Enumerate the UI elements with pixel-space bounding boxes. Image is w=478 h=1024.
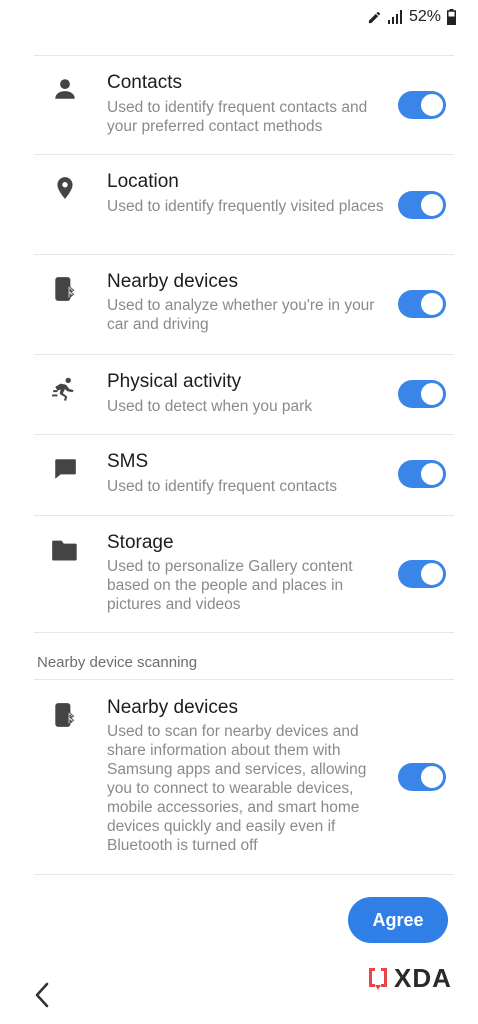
- toggle-knob: [420, 292, 444, 316]
- permission-row-physical-activity: Physical activity Used to detect when yo…: [0, 354, 478, 435]
- permission-description: Used to analyze whether you're in your c…: [107, 297, 375, 333]
- permission-title: Storage: [107, 532, 174, 553]
- nearby-device-scanning-toggle[interactable]: [398, 763, 446, 791]
- permission-title: Contacts: [107, 72, 182, 93]
- person-icon: [50, 74, 80, 104]
- toggle-knob: [420, 193, 444, 217]
- permission-title: Physical activity: [107, 371, 242, 392]
- permission-title: SMS: [107, 451, 149, 472]
- permission-title: Nearby devices: [107, 271, 238, 292]
- agree-button[interactable]: Agree: [348, 897, 448, 943]
- toggle-knob: [420, 93, 444, 117]
- permission-row-storage: Storage Used to personalize Gallery cont…: [0, 515, 478, 633]
- permission-row-nearby-devices: Nearby devices Used to analyze whether y…: [0, 254, 478, 355]
- permission-description: Used to detect when you park: [107, 398, 313, 415]
- permission-row-nearby-device-scanning: Nearby devices Used to scan for nearby d…: [0, 680, 478, 875]
- permission-row-sms: SMS Used to identify frequent contacts: [0, 434, 478, 516]
- contacts-toggle[interactable]: [398, 91, 446, 119]
- xda-logo-icon: [369, 967, 387, 990]
- section-header: Nearby device scanning: [37, 654, 198, 671]
- back-button[interactable]: [28, 980, 56, 1010]
- toggle-knob: [420, 462, 444, 486]
- storage-toggle[interactable]: [398, 560, 446, 588]
- divider: [34, 874, 454, 875]
- message-icon: [50, 454, 80, 484]
- sms-toggle[interactable]: [398, 460, 446, 488]
- nearby-devices-icon: [50, 274, 80, 304]
- status-bar: 52%: [367, 8, 456, 26]
- physical-activity-toggle[interactable]: [398, 380, 446, 408]
- pencil-icon: [368, 11, 381, 23]
- location-toggle[interactable]: [398, 191, 446, 219]
- location-pin-icon: [50, 173, 80, 203]
- permission-description: Used to scan for nearby devices and shar…: [107, 723, 367, 854]
- running-person-icon: [50, 374, 80, 404]
- permission-row-location: Location Used to identify frequently vis…: [0, 155, 478, 255]
- folder-icon: [50, 535, 80, 565]
- toggle-knob: [420, 562, 444, 586]
- chevron-left-icon: [35, 982, 49, 1008]
- toggle-knob: [420, 382, 444, 406]
- watermark-text: XDA: [394, 963, 452, 993]
- permission-description: Used to identify frequently visited plac…: [107, 198, 384, 215]
- toggle-knob: [420, 765, 444, 789]
- permission-description: Used to personalize Gallery content base…: [107, 558, 353, 613]
- nearby-devices-icon: [50, 700, 80, 730]
- permission-description: Used to identify frequent contacts and y…: [107, 99, 368, 135]
- battery-icon: [447, 9, 456, 25]
- nearby-devices-toggle[interactable]: [398, 290, 446, 318]
- battery-percent: 52%: [408, 8, 441, 25]
- watermark: XDA: [366, 963, 452, 994]
- permission-title: Nearby devices: [107, 697, 238, 718]
- permission-title: Location: [107, 171, 179, 192]
- permission-description: Used to identify frequent contacts: [107, 478, 338, 495]
- divider: [34, 632, 454, 633]
- signal-icon: [387, 10, 402, 24]
- permission-row-contacts: Contacts Used to identify frequent conta…: [0, 56, 478, 155]
